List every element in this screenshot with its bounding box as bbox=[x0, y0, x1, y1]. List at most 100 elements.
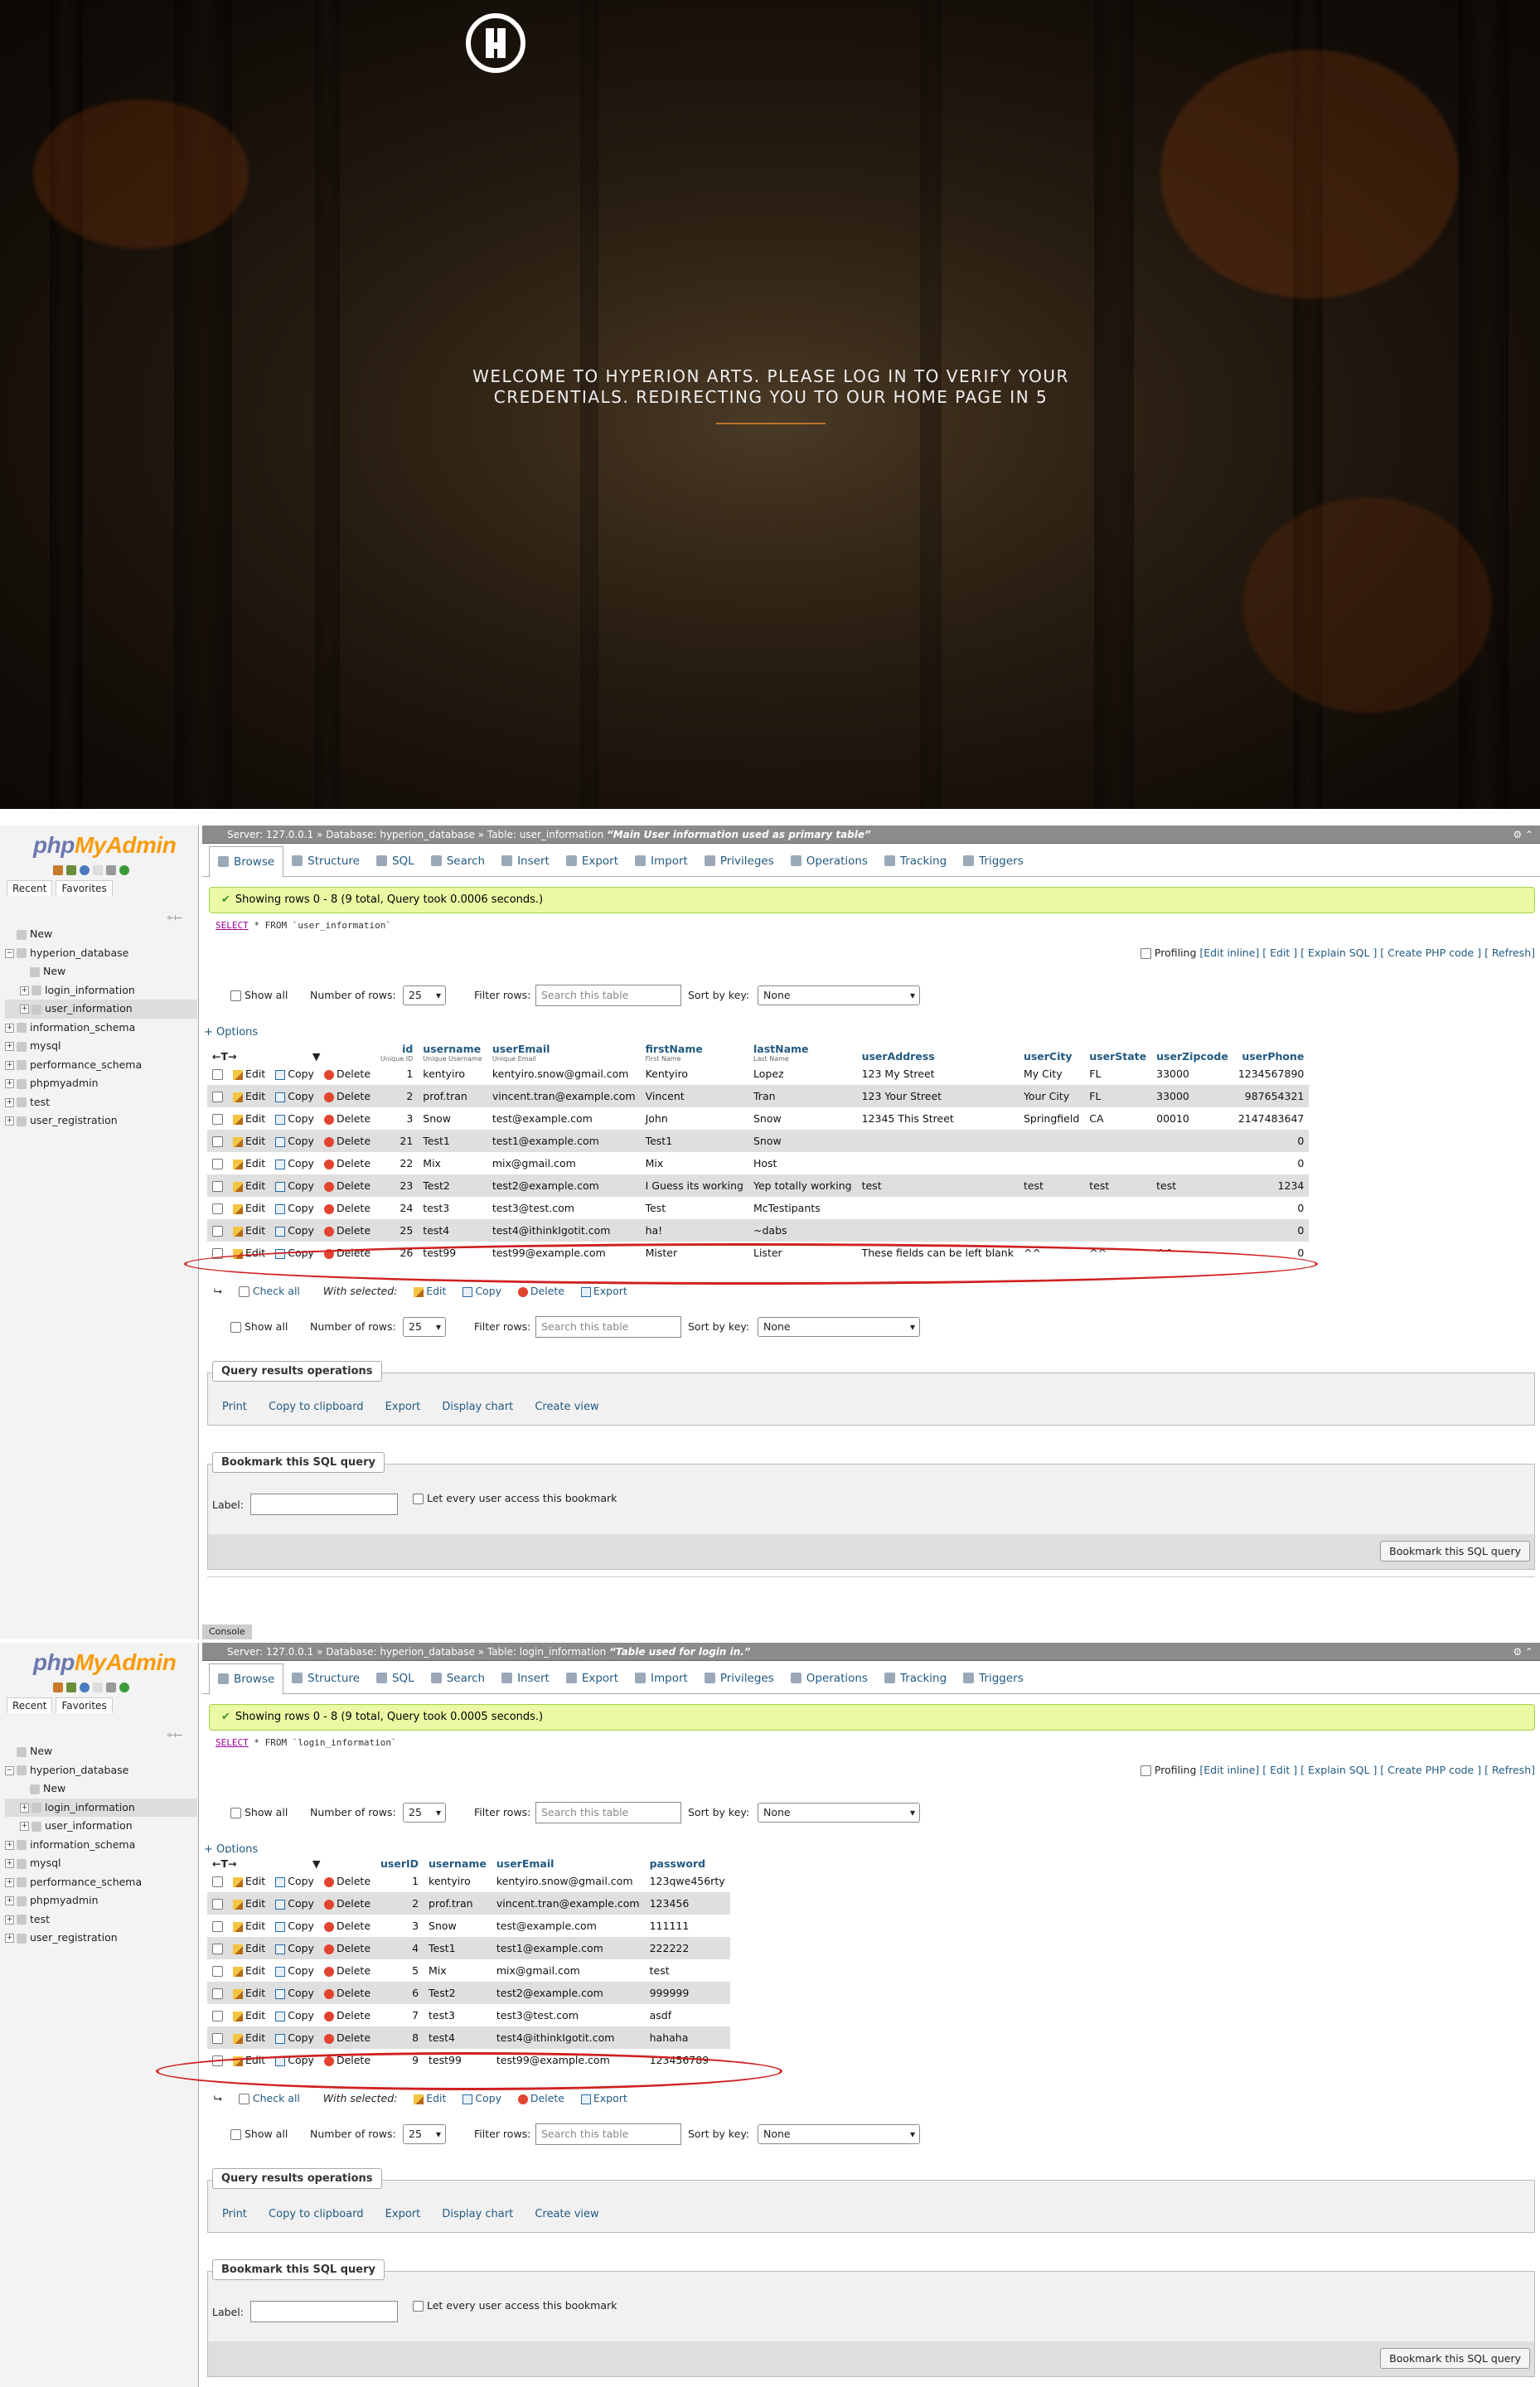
cell-userID[interactable]: 4 bbox=[375, 1937, 424, 1959]
settings-icon[interactable]: ⚙ ⌃ bbox=[1513, 826, 1533, 844]
cell-userState[interactable] bbox=[1084, 1152, 1152, 1174]
tab-favorites[interactable]: Favorites bbox=[56, 1697, 113, 1713]
row-checkbox[interactable] bbox=[212, 1159, 223, 1169]
tab-export[interactable]: Export bbox=[558, 850, 627, 873]
cell-userEmail[interactable]: test@example.com bbox=[487, 1107, 641, 1130]
cell-username[interactable]: test3 bbox=[424, 2004, 492, 2026]
tab-insert[interactable]: Insert bbox=[493, 850, 558, 873]
cell-lastName[interactable]: McTestipants bbox=[748, 1197, 857, 1219]
delete-link[interactable]: Delete bbox=[318, 1892, 376, 1915]
cell-userEmail[interactable]: kentyiro.snow@gmail.com bbox=[487, 1063, 641, 1085]
cell-userEmail[interactable]: vincent.tran@example.com bbox=[487, 1085, 641, 1107]
cell-userCity[interactable] bbox=[1018, 1130, 1085, 1152]
tab-triggers[interactable]: Triggers bbox=[955, 850, 1032, 873]
cell-lastName[interactable]: Snow bbox=[748, 1130, 857, 1152]
tab-search[interactable]: Search bbox=[423, 850, 493, 873]
display-chart-link[interactable]: Display chart bbox=[442, 2208, 513, 2220]
home-icon[interactable] bbox=[53, 865, 63, 875]
tree-mysql[interactable]: + mysql bbox=[5, 1037, 197, 1056]
row-checkbox[interactable] bbox=[212, 2011, 223, 2021]
edit-link[interactable]: Edit bbox=[228, 1152, 271, 1174]
cell-firstName[interactable]: Vincent bbox=[640, 1085, 748, 1107]
reload-icon[interactable] bbox=[119, 1683, 129, 1692]
phpmyadmin-logo[interactable]: phpMyAdmin bbox=[33, 832, 177, 859]
edit-link[interactable]: Edit bbox=[228, 2026, 271, 2049]
settings-icon[interactable] bbox=[106, 865, 116, 875]
cell-userPhone[interactable]: 0 bbox=[1232, 1197, 1310, 1219]
cell-userEmail[interactable]: test3@test.com bbox=[491, 2004, 645, 2026]
copy-link[interactable]: Copy bbox=[270, 1107, 319, 1130]
column-header-userEmail[interactable]: userEmail Unique Email bbox=[487, 1038, 641, 1063]
cell-userEmail[interactable]: vincent.tran@example.com bbox=[491, 1892, 645, 1915]
cell-username[interactable]: prof.tran bbox=[424, 1892, 492, 1915]
sort-by-key-select[interactable]: None bbox=[758, 985, 920, 1005]
cell-firstName[interactable]: I Guess its working bbox=[640, 1174, 748, 1197]
edit-link[interactable]: Edit bbox=[228, 1982, 271, 2004]
cell-userZipcode[interactable]: 33000 bbox=[1151, 1063, 1233, 1085]
edit-link[interactable]: Edit bbox=[228, 1959, 271, 1982]
sort-by-key-select-bottom[interactable]: None bbox=[758, 2124, 920, 2144]
cell-userCity[interactable] bbox=[1018, 1197, 1085, 1219]
copy-link[interactable]: Copy bbox=[270, 1870, 319, 1892]
tree-phpmyadmin[interactable]: + phpmyadmin bbox=[5, 1891, 197, 1910]
delete-link[interactable]: Delete bbox=[318, 1174, 376, 1197]
row-checkbox[interactable] bbox=[212, 2033, 223, 2044]
tree-hyperion-database[interactable]: − hyperion_database bbox=[5, 944, 197, 963]
query-links[interactable]: [Edit inline] [ Edit ] [ Explain SQL ] [… bbox=[1199, 1764, 1535, 1776]
cell-userEmail[interactable]: kentyiro.snow@gmail.com bbox=[491, 1870, 645, 1892]
cell-userCity[interactable]: Springfield bbox=[1018, 1107, 1085, 1130]
tab-recent[interactable]: Recent bbox=[7, 1697, 53, 1713]
tab-search[interactable]: Search bbox=[423, 1667, 493, 1690]
cell-id[interactable]: 23 bbox=[375, 1174, 419, 1197]
bookmark-share-checkbox[interactable] bbox=[413, 1494, 424, 1504]
cell-id[interactable]: 2 bbox=[375, 1085, 419, 1107]
cell-password[interactable]: 111111 bbox=[644, 1915, 730, 1937]
delete-link[interactable]: Delete bbox=[318, 1219, 376, 1242]
tab-sql[interactable]: SQL bbox=[368, 850, 423, 873]
cell-userID[interactable]: 6 bbox=[375, 1982, 424, 2004]
cell-userID[interactable]: 2 bbox=[375, 1892, 424, 1915]
cell-userPhone[interactable]: 0 bbox=[1232, 1152, 1310, 1174]
copy-link[interactable]: Copy bbox=[270, 1197, 319, 1219]
tab-recent[interactable]: Recent bbox=[7, 880, 53, 896]
cell-lastName[interactable]: Tran bbox=[748, 1085, 857, 1107]
copy-link[interactable]: Copy bbox=[270, 2026, 319, 2049]
tree-performance-schema[interactable]: + performance_schema bbox=[5, 1056, 197, 1075]
cell-userZipcode[interactable] bbox=[1151, 1152, 1233, 1174]
tab-favorites[interactable]: Favorites bbox=[56, 880, 113, 896]
cell-userCity[interactable]: test bbox=[1018, 1174, 1085, 1197]
cell-userZipcode[interactable] bbox=[1151, 1130, 1233, 1152]
tab-operations[interactable]: Operations bbox=[782, 1667, 876, 1690]
cell-firstName[interactable]: Kentyiro bbox=[640, 1063, 748, 1085]
reload-icon[interactable] bbox=[119, 865, 129, 875]
cell-userEmail[interactable]: mix@gmail.com bbox=[491, 1959, 645, 1982]
cell-userEmail[interactable]: test2@example.com bbox=[487, 1174, 641, 1197]
link-with-main-icon[interactable]: ⟜⟝ bbox=[167, 912, 182, 923]
column-header-lastName[interactable]: lastName Last Name bbox=[748, 1038, 857, 1063]
cell-username[interactable]: Test2 bbox=[418, 1174, 487, 1197]
sort-by-key-select-bottom[interactable]: None bbox=[758, 1317, 920, 1337]
options-toggle[interactable]: + Options bbox=[204, 1026, 258, 1039]
delete-link[interactable]: Delete bbox=[318, 1870, 376, 1892]
tab-insert[interactable]: Insert bbox=[493, 1667, 558, 1690]
cell-userID[interactable]: 8 bbox=[375, 2026, 424, 2049]
copy-link[interactable]: Copy bbox=[270, 1130, 319, 1152]
tree-login-information[interactable]: + login_information bbox=[5, 981, 197, 1000]
settings-icon[interactable] bbox=[106, 1683, 116, 1692]
row-checkbox[interactable] bbox=[212, 1069, 223, 1080]
tree-user-information[interactable]: + user_information bbox=[5, 1817, 197, 1836]
cell-userEmail[interactable]: test4@ithinkIgotit.com bbox=[487, 1219, 641, 1242]
cell-password[interactable]: 222222 bbox=[644, 1937, 730, 1959]
delete-link[interactable]: Delete bbox=[318, 2004, 376, 2026]
print-link[interactable]: Print bbox=[222, 2208, 247, 2220]
help-icon[interactable] bbox=[80, 865, 90, 875]
cell-id[interactable]: 1 bbox=[375, 1063, 419, 1085]
cell-password[interactable]: 123456 bbox=[644, 1892, 730, 1915]
column-header-userZipcode[interactable]: userZipcode bbox=[1151, 1038, 1233, 1063]
cell-userPhone[interactable]: 1234567890 bbox=[1232, 1063, 1310, 1085]
cell-userCity[interactable]: My City bbox=[1018, 1063, 1085, 1085]
cell-lastName[interactable]: Lopez bbox=[748, 1063, 857, 1085]
edit-link[interactable]: Edit bbox=[228, 1107, 271, 1130]
cell-userPhone[interactable]: 1234 bbox=[1232, 1174, 1310, 1197]
bulk-edit[interactable]: Edit bbox=[414, 1285, 446, 1297]
